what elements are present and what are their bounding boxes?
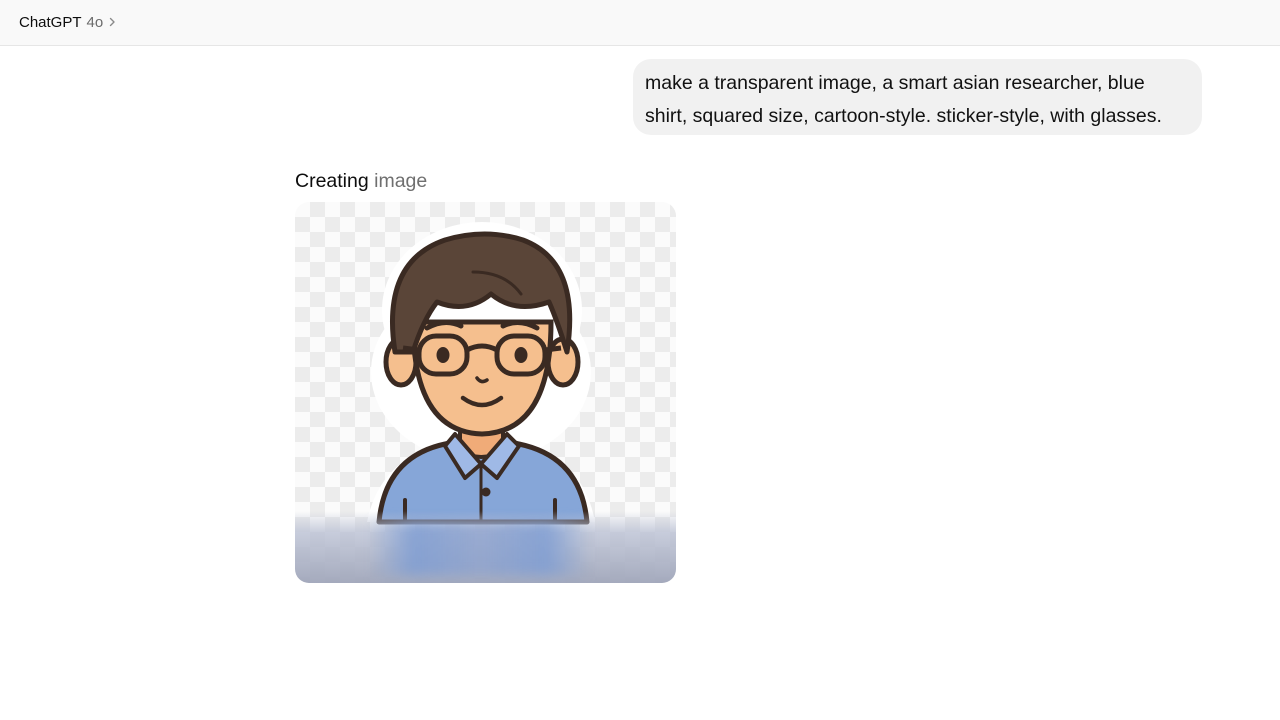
model-version: 4o bbox=[86, 13, 104, 31]
loading-blur-smear bbox=[370, 521, 590, 576]
assistant-status: Creating image bbox=[295, 168, 427, 194]
top-bar: ChatGPT 4o bbox=[0, 0, 1280, 46]
loading-blur-overlay bbox=[295, 511, 676, 583]
model-switcher-button[interactable]: ChatGPT 4o bbox=[12, 8, 123, 36]
generated-image[interactable] bbox=[295, 202, 676, 583]
chevron-right-icon bbox=[109, 17, 116, 27]
model-name: ChatGPT bbox=[19, 13, 82, 31]
user-message-bubble: make a transparent image, a smart asian … bbox=[633, 59, 1202, 135]
status-noun: image bbox=[374, 170, 428, 192]
status-verb: Creating bbox=[295, 170, 369, 192]
user-message-text: make a transparent image, a smart asian … bbox=[645, 72, 1162, 127]
